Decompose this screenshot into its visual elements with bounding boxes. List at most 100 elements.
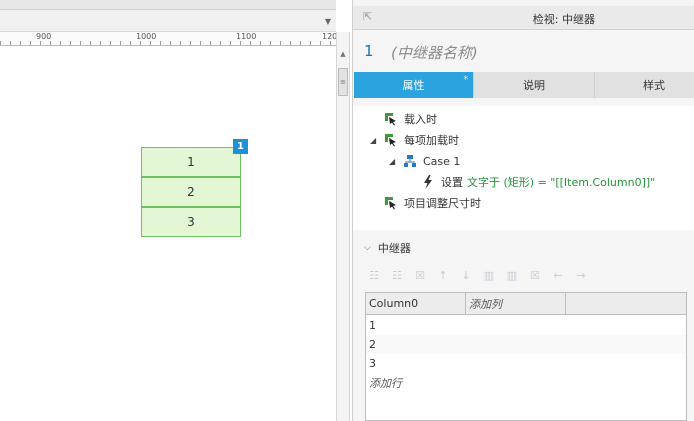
ruler-tick <box>80 41 81 45</box>
repeater-section-header[interactable]: ⌵ 中继器 <box>353 236 694 260</box>
ruler-tick <box>100 41 101 45</box>
tab-style-label: 样式 <box>643 79 665 92</box>
ruler-label: 1100 <box>236 32 257 41</box>
ruler-tick <box>70 41 71 45</box>
ruler-tick <box>90 41 91 45</box>
tab-properties[interactable]: 属性 * <box>354 72 474 98</box>
repeater-item[interactable]: 3 <box>141 207 241 237</box>
ruler-tick <box>200 41 201 45</box>
ruler-tick <box>40 41 41 45</box>
tab-modified-marker: * <box>463 75 469 85</box>
insert-row-icon[interactable]: ☷ <box>365 267 383 283</box>
tab-dropdown-icon[interactable]: ▼ <box>320 10 336 32</box>
canvas-tab-bar: ▼ <box>0 10 336 32</box>
inspector-tabs: 属性 * 说明 样式 <box>354 72 694 98</box>
ruler-tick <box>170 41 171 45</box>
scroll-thumb[interactable]: ≡ <box>338 68 348 96</box>
ruler-tick <box>330 41 331 45</box>
event-label: 项目调整尺寸时 <box>404 197 481 210</box>
event-on-item-load[interactable]: ◢ 每项加载时 <box>370 130 459 150</box>
ruler-tick <box>310 41 311 45</box>
ruler-tick <box>30 41 31 45</box>
insert-column-after-icon[interactable]: ▥ <box>503 267 521 283</box>
ruler-tick <box>290 41 291 45</box>
inspector-panel: ⇱ 检视: 中继器 1 (中继器名称) 属性 * 说明 样式 载入时 ◢ 每项加… <box>352 0 694 421</box>
repeater-item[interactable]: 1 <box>141 147 241 177</box>
canvas-scrollbar[interactable]: ▲ ≡ <box>336 32 350 421</box>
event-label: 每项加载时 <box>404 134 459 147</box>
event-cursor-icon <box>385 134 396 147</box>
delete-column-icon[interactable]: ☒ <box>526 267 544 283</box>
scroll-up-icon[interactable]: ▲ <box>337 47 349 61</box>
ruler-tick <box>180 41 181 45</box>
inspector-title: 检视: 中继器 <box>532 13 595 26</box>
ruler-label: 1000 <box>136 32 157 41</box>
case-row[interactable]: ◢ Case 1 <box>389 151 460 171</box>
tab-notes[interactable]: 说明 <box>474 72 595 98</box>
action-row[interactable]: 设置 文字于 (矩形) = "[[Item.Column0]]" <box>421 172 655 192</box>
repeater-widget[interactable]: 1 2 3 <box>141 147 241 237</box>
lightning-icon <box>424 175 432 189</box>
event-on-load[interactable]: 载入时 <box>384 109 437 129</box>
dataset-row[interactable]: 3 <box>366 354 686 373</box>
empty-header-cell <box>566 293 686 314</box>
insert-column-icon[interactable]: ▥ <box>480 267 498 283</box>
event-cursor-icon <box>385 113 396 126</box>
event-on-item-resize[interactable]: 项目调整尺寸时 <box>384 193 481 213</box>
move-left-icon[interactable]: ← <box>549 267 567 283</box>
expand-triangle-icon[interactable]: ◢ <box>389 157 399 166</box>
dataset-toolbar: ☷ ☷ ☒ ↑ ↓ ▥ ▥ ☒ ← → <box>365 267 590 285</box>
dataset-row[interactable]: 2 <box>366 335 686 354</box>
inspector-header: ⇱ 检视: 中继器 <box>353 6 694 30</box>
top-strip <box>0 0 336 10</box>
repeater-item[interactable]: 2 <box>141 177 241 207</box>
ruler-tick <box>20 41 21 45</box>
design-canvas[interactable]: ▼ 900 1000 1100 120 1 2 3 1 <box>0 0 336 421</box>
tab-style[interactable]: 样式 <box>595 72 694 98</box>
ruler-tick <box>60 41 61 45</box>
widget-name-row[interactable]: 1 (中继器名称) <box>353 38 694 68</box>
tab-notes-label: 说明 <box>523 79 545 92</box>
event-label: 载入时 <box>404 113 437 126</box>
delete-row-icon[interactable]: ☒ <box>411 267 429 283</box>
add-column-button[interactable]: 添加列 <box>466 293 566 314</box>
ruler-tick <box>230 41 231 45</box>
event-cursor-icon <box>385 197 396 210</box>
move-down-icon[interactable]: ↓ <box>457 267 475 283</box>
ruler-tick <box>130 41 131 45</box>
widget-name-field[interactable]: (中继器名称) <box>391 42 478 63</box>
ruler-tick <box>300 41 301 45</box>
ruler-tick <box>270 41 271 45</box>
ruler-tick <box>160 41 161 45</box>
expand-triangle-icon[interactable]: ◢ <box>370 136 380 145</box>
case-label: Case 1 <box>423 154 461 168</box>
interactions-tree: 载入时 ◢ 每项加载时 ◢ Case 1 设置 文字于 (矩形) = "[[It… <box>353 106 694 230</box>
insert-row-after-icon[interactable]: ☷ <box>388 267 406 283</box>
ruler-tick <box>260 41 261 45</box>
action-detail: 文字于 (矩形) = "[[Item.Column0]]" <box>467 176 656 189</box>
ruler-tick <box>190 41 191 45</box>
collapse-arrow-icon[interactable]: ⇱ <box>363 10 372 23</box>
ruler-tick <box>140 41 141 45</box>
interaction-badge[interactable]: 1 <box>233 139 248 154</box>
chevron-down-icon[interactable]: ⌵ <box>364 243 371 253</box>
column-header[interactable]: Column0 <box>366 293 466 314</box>
dataset-header-row: Column0 添加列 <box>366 293 686 315</box>
dataset-row[interactable]: 1 <box>366 316 686 335</box>
ruler-tick <box>250 41 251 45</box>
section-title: 中继器 <box>377 242 411 255</box>
ruler-tick <box>0 41 1 45</box>
case-branch-icon <box>404 155 416 167</box>
ruler-tick <box>120 41 121 45</box>
repeater-dataset-grid[interactable]: Column0 添加列 1 2 3 添加行 <box>365 292 687 421</box>
ruler-tick <box>110 41 111 45</box>
ruler-tick <box>240 41 241 45</box>
ruler-tick <box>10 41 11 45</box>
action-prefix: 设置 <box>441 176 463 189</box>
ruler-label: 900 <box>36 32 52 41</box>
ruler-tick <box>210 41 211 45</box>
move-right-icon[interactable]: → <box>572 267 590 283</box>
tab-properties-label: 属性 <box>402 79 425 92</box>
move-up-icon[interactable]: ↑ <box>434 267 452 283</box>
add-row-button[interactable]: 添加行 <box>366 373 686 392</box>
